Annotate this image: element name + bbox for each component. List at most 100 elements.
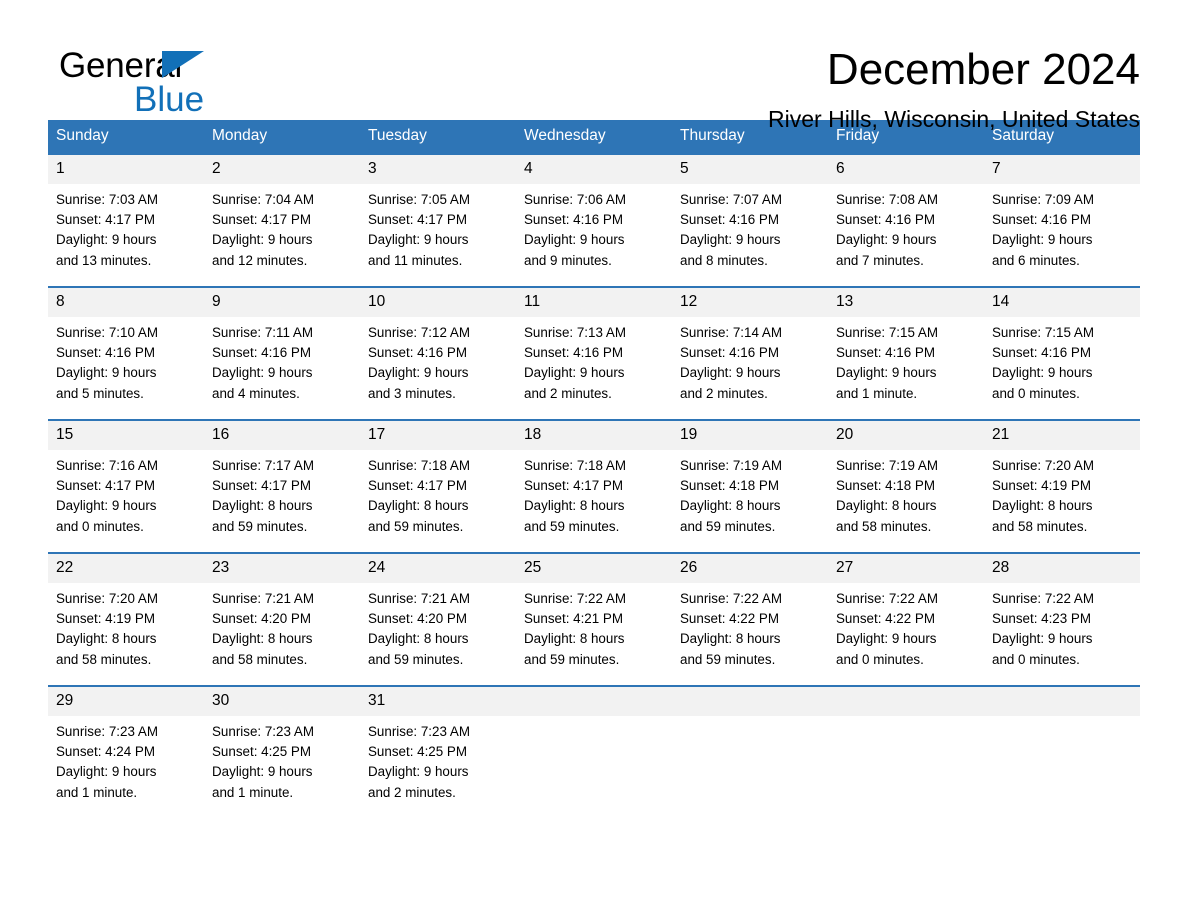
sunset-text: Sunset: 4:16 PM	[836, 345, 935, 361]
daylight-text-line1: Daylight: 9 hours	[992, 631, 1093, 647]
sunrise-text: Sunrise: 7:21 AM	[368, 591, 470, 606]
sunrise-text: Sunrise: 7:22 AM	[524, 591, 626, 606]
day-cell[interactable]: 14 Sunrise: 7:15 AM Sunset: 4:16 PM Dayl…	[984, 286, 1140, 420]
sunset-text: Sunset: 4:19 PM	[992, 478, 1091, 494]
sunrise-text: Sunrise: 7:23 AM	[56, 724, 158, 739]
sunrise-text: Sunrise: 7:22 AM	[992, 591, 1094, 606]
day-cell[interactable]: 2 Sunrise: 7:04 AM Sunset: 4:17 PM Dayli…	[204, 153, 360, 287]
day-cell[interactable]: 11 Sunrise: 7:13 AM Sunset: 4:16 PM Dayl…	[516, 286, 672, 420]
day-cell[interactable]: 7 Sunrise: 7:09 AM Sunset: 4:16 PM Dayli…	[984, 153, 1140, 287]
day-details: Sunrise: 7:15 AM Sunset: 4:16 PM Dayligh…	[828, 317, 984, 419]
sunrise-text: Sunrise: 7:23 AM	[368, 724, 470, 739]
day-details: Sunrise: 7:21 AM Sunset: 4:20 PM Dayligh…	[204, 583, 360, 685]
day-details: Sunrise: 7:10 AM Sunset: 4:16 PM Dayligh…	[48, 317, 204, 419]
daylight-text-line2: and 59 minutes.	[524, 651, 620, 667]
day-cell[interactable]: 21 Sunrise: 7:20 AM Sunset: 4:19 PM Dayl…	[984, 419, 1140, 553]
day-cell[interactable]: 12 Sunrise: 7:14 AM Sunset: 4:16 PM Dayl…	[672, 286, 828, 420]
sunset-text: Sunset: 4:16 PM	[212, 345, 311, 361]
sunset-text: Sunset: 4:16 PM	[368, 345, 467, 361]
day-cell[interactable]: 8 Sunrise: 7:10 AM Sunset: 4:16 PM Dayli…	[48, 286, 204, 420]
sunset-text: Sunset: 4:19 PM	[56, 611, 155, 627]
sunrise-text: Sunrise: 7:20 AM	[992, 458, 1094, 473]
day-number	[516, 687, 672, 716]
daylight-text-line1: Daylight: 9 hours	[992, 365, 1093, 381]
sunrise-text: Sunrise: 7:08 AM	[836, 192, 938, 207]
day-cell-empty	[516, 685, 672, 818]
daylight-text-line1: Daylight: 9 hours	[368, 232, 469, 248]
day-cell-empty	[672, 685, 828, 818]
daylight-text-line1: Daylight: 9 hours	[56, 764, 157, 780]
sunrise-text: Sunrise: 7:03 AM	[56, 192, 158, 207]
day-cell[interactable]: 27 Sunrise: 7:22 AM Sunset: 4:22 PM Dayl…	[828, 552, 984, 686]
week-row: 22 Sunrise: 7:20 AM Sunset: 4:19 PM Dayl…	[48, 552, 1140, 686]
day-details: Sunrise: 7:22 AM Sunset: 4:23 PM Dayligh…	[984, 583, 1140, 685]
daylight-text-line2: and 2 minutes.	[368, 784, 456, 800]
day-number: 2	[204, 155, 360, 184]
day-cell[interactable]: 17 Sunrise: 7:18 AM Sunset: 4:17 PM Dayl…	[360, 419, 516, 553]
sunrise-text: Sunrise: 7:23 AM	[212, 724, 314, 739]
day-cell[interactable]: 22 Sunrise: 7:20 AM Sunset: 4:19 PM Dayl…	[48, 552, 204, 686]
day-number: 28	[984, 554, 1140, 583]
day-number	[672, 687, 828, 716]
sunrise-text: Sunrise: 7:11 AM	[212, 325, 313, 340]
daylight-text-line1: Daylight: 9 hours	[836, 631, 937, 647]
calendar-page: General Blue December 2024 River Hills, …	[0, 0, 1188, 918]
day-cell[interactable]: 3 Sunrise: 7:05 AM Sunset: 4:17 PM Dayli…	[360, 153, 516, 287]
sunset-text: Sunset: 4:16 PM	[680, 212, 779, 228]
daylight-text-line1: Daylight: 9 hours	[212, 232, 313, 248]
sunset-text: Sunset: 4:16 PM	[680, 345, 779, 361]
day-cell[interactable]: 5 Sunrise: 7:07 AM Sunset: 4:16 PM Dayli…	[672, 153, 828, 287]
daylight-text-line2: and 2 minutes.	[680, 385, 768, 401]
day-number: 9	[204, 288, 360, 317]
day-cell[interactable]: 10 Sunrise: 7:12 AM Sunset: 4:16 PM Dayl…	[360, 286, 516, 420]
day-cell[interactable]: 28 Sunrise: 7:22 AM Sunset: 4:23 PM Dayl…	[984, 552, 1140, 686]
sunrise-text: Sunrise: 7:04 AM	[212, 192, 314, 207]
daylight-text-line2: and 1 minute.	[836, 385, 918, 401]
logo-triangle-icon	[162, 51, 204, 78]
day-cell[interactable]: 30 Sunrise: 7:23 AM Sunset: 4:25 PM Dayl…	[204, 685, 360, 818]
day-cell[interactable]: 18 Sunrise: 7:18 AM Sunset: 4:17 PM Dayl…	[516, 419, 672, 553]
day-details: Sunrise: 7:11 AM Sunset: 4:16 PM Dayligh…	[204, 317, 360, 419]
daylight-text-line2: and 12 minutes.	[212, 252, 308, 268]
day-cell[interactable]: 24 Sunrise: 7:21 AM Sunset: 4:20 PM Dayl…	[360, 552, 516, 686]
day-cell[interactable]: 9 Sunrise: 7:11 AM Sunset: 4:16 PM Dayli…	[204, 286, 360, 420]
sunrise-text: Sunrise: 7:06 AM	[524, 192, 626, 207]
daylight-text-line1: Daylight: 9 hours	[680, 365, 781, 381]
sunset-text: Sunset: 4:17 PM	[56, 478, 155, 494]
day-cell[interactable]: 25 Sunrise: 7:22 AM Sunset: 4:21 PM Dayl…	[516, 552, 672, 686]
daylight-text-line2: and 59 minutes.	[524, 518, 620, 534]
sunset-text: Sunset: 4:16 PM	[992, 345, 1091, 361]
calendar-body: 1 Sunrise: 7:03 AM Sunset: 4:17 PM Dayli…	[48, 153, 1140, 818]
sunset-text: Sunset: 4:17 PM	[524, 478, 623, 494]
day-cell[interactable]: 29 Sunrise: 7:23 AM Sunset: 4:24 PM Dayl…	[48, 685, 204, 818]
sunrise-text: Sunrise: 7:16 AM	[56, 458, 158, 473]
day-cell[interactable]: 23 Sunrise: 7:21 AM Sunset: 4:20 PM Dayl…	[204, 552, 360, 686]
day-details: Sunrise: 7:23 AM Sunset: 4:25 PM Dayligh…	[204, 716, 360, 818]
day-cell[interactable]: 31 Sunrise: 7:23 AM Sunset: 4:25 PM Dayl…	[360, 685, 516, 818]
day-cell[interactable]: 19 Sunrise: 7:19 AM Sunset: 4:18 PM Dayl…	[672, 419, 828, 553]
daylight-text-line2: and 5 minutes.	[56, 385, 144, 401]
day-details: Sunrise: 7:19 AM Sunset: 4:18 PM Dayligh…	[672, 450, 828, 552]
day-cell[interactable]: 20 Sunrise: 7:19 AM Sunset: 4:18 PM Dayl…	[828, 419, 984, 553]
daylight-text-line2: and 8 minutes.	[680, 252, 768, 268]
day-number: 14	[984, 288, 1140, 317]
daylight-text-line1: Daylight: 9 hours	[836, 232, 937, 248]
day-cell[interactable]: 16 Sunrise: 7:17 AM Sunset: 4:17 PM Dayl…	[204, 419, 360, 553]
logo-text-general: General	[59, 46, 183, 85]
day-cell[interactable]: 6 Sunrise: 7:08 AM Sunset: 4:16 PM Dayli…	[828, 153, 984, 287]
day-cell[interactable]: 13 Sunrise: 7:15 AM Sunset: 4:16 PM Dayl…	[828, 286, 984, 420]
daylight-text-line2: and 0 minutes.	[836, 651, 924, 667]
daylight-text-line2: and 1 minute.	[212, 784, 294, 800]
daylight-text-line2: and 58 minutes.	[56, 651, 152, 667]
day-cell[interactable]: 4 Sunrise: 7:06 AM Sunset: 4:16 PM Dayli…	[516, 153, 672, 287]
sunset-text: Sunset: 4:18 PM	[836, 478, 935, 494]
generalblue-logo: General Blue	[59, 46, 359, 117]
day-number: 4	[516, 155, 672, 184]
day-cell[interactable]: 1 Sunrise: 7:03 AM Sunset: 4:17 PM Dayli…	[48, 153, 204, 287]
sunset-text: Sunset: 4:17 PM	[56, 212, 155, 228]
daylight-text-line1: Daylight: 9 hours	[524, 232, 625, 248]
day-details: Sunrise: 7:13 AM Sunset: 4:16 PM Dayligh…	[516, 317, 672, 419]
day-details: Sunrise: 7:23 AM Sunset: 4:25 PM Dayligh…	[360, 716, 516, 818]
day-cell[interactable]: 26 Sunrise: 7:22 AM Sunset: 4:22 PM Dayl…	[672, 552, 828, 686]
day-cell[interactable]: 15 Sunrise: 7:16 AM Sunset: 4:17 PM Dayl…	[48, 419, 204, 553]
